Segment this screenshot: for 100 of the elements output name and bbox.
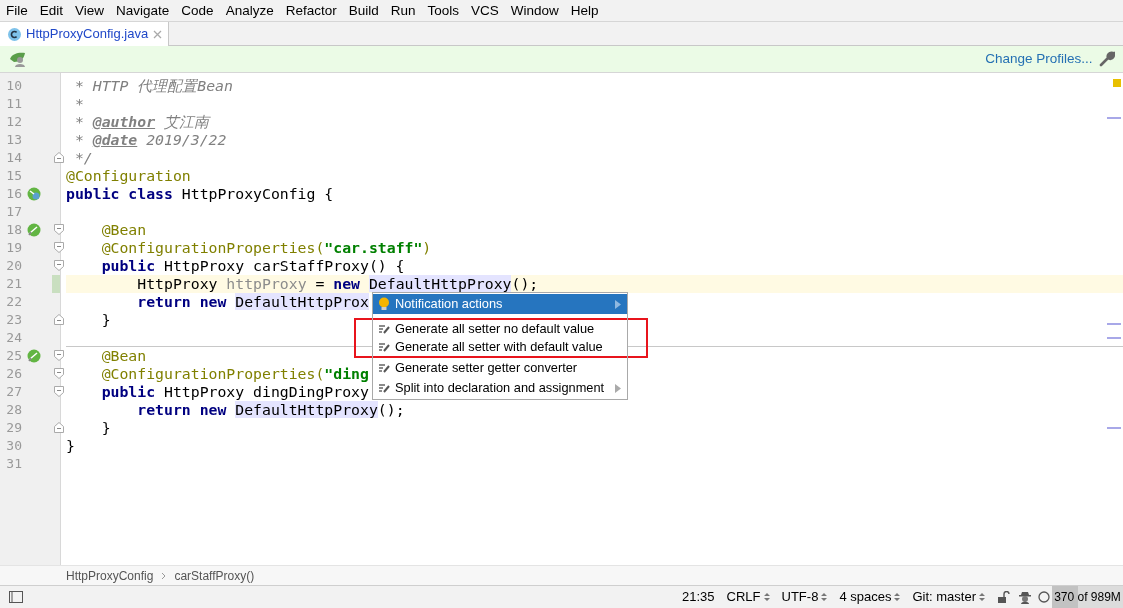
chevron-icon xyxy=(161,571,167,580)
close-icon xyxy=(153,29,163,39)
change-profiles-link[interactable]: Change Profiles... xyxy=(985,48,1093,70)
panel-toggle-icon xyxy=(9,591,23,603)
line-number: 15 xyxy=(5,167,22,186)
fold-marker-icon xyxy=(54,350,65,361)
status-widget[interactable]: Git: master xyxy=(912,587,985,607)
code-line: @ConfigurationProperties("car.staff") xyxy=(100,239,432,256)
menu-item[interactable]: Refactor xyxy=(279,0,343,21)
status-widget[interactable]: 4 spaces xyxy=(839,587,901,607)
fold-marker-icon xyxy=(54,152,65,163)
line-number: 31 xyxy=(5,455,22,474)
code-line: */ xyxy=(73,149,93,166)
menu-item[interactable]: Code xyxy=(175,0,220,21)
code-line: } xyxy=(100,311,111,328)
code-line: public HttpProxy carStaffProxy() { xyxy=(100,257,405,274)
code-line: * @author 艾江南 xyxy=(73,113,209,130)
stripe-mark xyxy=(1107,427,1121,429)
menu-item[interactable]: Window xyxy=(504,0,565,21)
line-number: 19 xyxy=(5,239,22,258)
submenu-arrow-icon xyxy=(615,299,621,309)
line-number: 28 xyxy=(5,401,22,420)
submenu-arrow-icon xyxy=(615,383,621,393)
line-number: 17 xyxy=(5,203,22,222)
line-number: 24 xyxy=(5,329,22,348)
line-number: 12 xyxy=(5,113,22,132)
updown-icon xyxy=(821,592,828,602)
code-line: @Bean xyxy=(100,221,147,238)
code-line: * @date 2019/3/22 xyxy=(73,131,227,148)
menu-item[interactable]: Analyze xyxy=(219,0,280,21)
bean-class-icon xyxy=(27,187,41,201)
stripe-mark xyxy=(1107,323,1121,325)
line-number: 22 xyxy=(5,293,22,312)
wrench-icon xyxy=(1099,51,1115,67)
status-widget[interactable]: UTF-8 xyxy=(781,587,828,607)
code-line: public HttpProxy dingDingProxy xyxy=(100,383,369,400)
line-number: 21 xyxy=(5,275,22,294)
code-line: } xyxy=(100,419,111,436)
bean-icon xyxy=(27,223,41,237)
editor-tab[interactable]: HttpProxyConfig.java xyxy=(0,22,170,46)
code-line: return new DefaultHttpProx xyxy=(136,293,369,310)
class-icon xyxy=(8,27,21,41)
menu-item[interactable]: Navigate xyxy=(110,0,176,21)
breadcrumb[interactable]: HttpProxyConfig xyxy=(66,566,154,585)
updown-icon xyxy=(979,592,985,602)
fold-marker-icon xyxy=(54,260,65,271)
pencil-lines-icon xyxy=(378,382,390,394)
line-number: 29 xyxy=(5,419,22,438)
line-number: 11 xyxy=(5,95,22,114)
menu-item[interactable]: Notification actions xyxy=(373,294,627,314)
code-line: return new DefaultHttpProxy(); xyxy=(136,401,405,418)
code-line: * HTTP 代理配置Bean xyxy=(73,77,233,94)
status-widget[interactable]: CRLF xyxy=(726,587,770,607)
menu-item[interactable]: View xyxy=(69,0,111,21)
line-number: 25 xyxy=(5,347,22,366)
line-number: 23 xyxy=(5,311,22,330)
inspector-icon xyxy=(1018,590,1032,604)
menu-item[interactable]: File xyxy=(0,0,34,21)
line-number: 13 xyxy=(5,131,22,150)
fold-marker-icon xyxy=(54,224,65,235)
line-number: 14 xyxy=(5,149,22,168)
line-number: 26 xyxy=(5,365,22,384)
line-number: 30 xyxy=(5,437,22,456)
pencil-lines-icon xyxy=(378,323,390,335)
code-line: } xyxy=(66,437,75,454)
menu-item[interactable]: Help xyxy=(564,0,605,21)
leaf-person-icon xyxy=(8,50,28,68)
stripe-mark xyxy=(1107,117,1121,119)
updown-icon xyxy=(894,592,901,602)
caret-position[interactable]: 21:35 xyxy=(682,587,715,607)
fold-marker-icon xyxy=(54,314,65,325)
lightbulb-icon xyxy=(378,297,390,311)
unlock-icon xyxy=(997,590,1010,604)
pencil-lines-icon xyxy=(378,341,390,353)
menu-item[interactable]: Run xyxy=(384,0,422,21)
menu-item[interactable]: VCS xyxy=(465,0,505,21)
pencil-lines-icon xyxy=(378,362,390,374)
menu-item[interactable]: Tools xyxy=(421,0,465,21)
line-number: 27 xyxy=(5,383,22,402)
line-number: 20 xyxy=(5,257,22,276)
code-line: HttpProxy httpProxy = new DefaultHttpProxy(); xyxy=(136,275,539,292)
warning-stripe-mark xyxy=(1113,79,1121,87)
bean-icon xyxy=(27,349,41,363)
menu-item[interactable]: Build xyxy=(342,0,385,21)
line-number: 16 xyxy=(5,185,22,204)
code-line: @Configuration xyxy=(66,167,191,184)
code-line: @ConfigurationProperties("ding xyxy=(100,365,369,382)
line-number: 18 xyxy=(5,221,22,240)
memory-indicator[interactable]: 370 of 989M xyxy=(1052,586,1123,608)
stripe-mark xyxy=(1107,337,1121,339)
line-number: 10 xyxy=(5,77,22,96)
gc-circle-icon xyxy=(1038,591,1050,603)
breadcrumb[interactable]: carStaffProxy() xyxy=(174,566,255,585)
fold-marker-icon xyxy=(54,386,65,397)
fold-marker-icon xyxy=(54,242,65,253)
code-line: @Bean xyxy=(100,347,147,364)
menu-item[interactable]: Edit xyxy=(33,0,70,21)
code-line: * xyxy=(73,95,84,112)
fold-marker-icon xyxy=(54,368,65,379)
updown-icon xyxy=(763,592,770,602)
